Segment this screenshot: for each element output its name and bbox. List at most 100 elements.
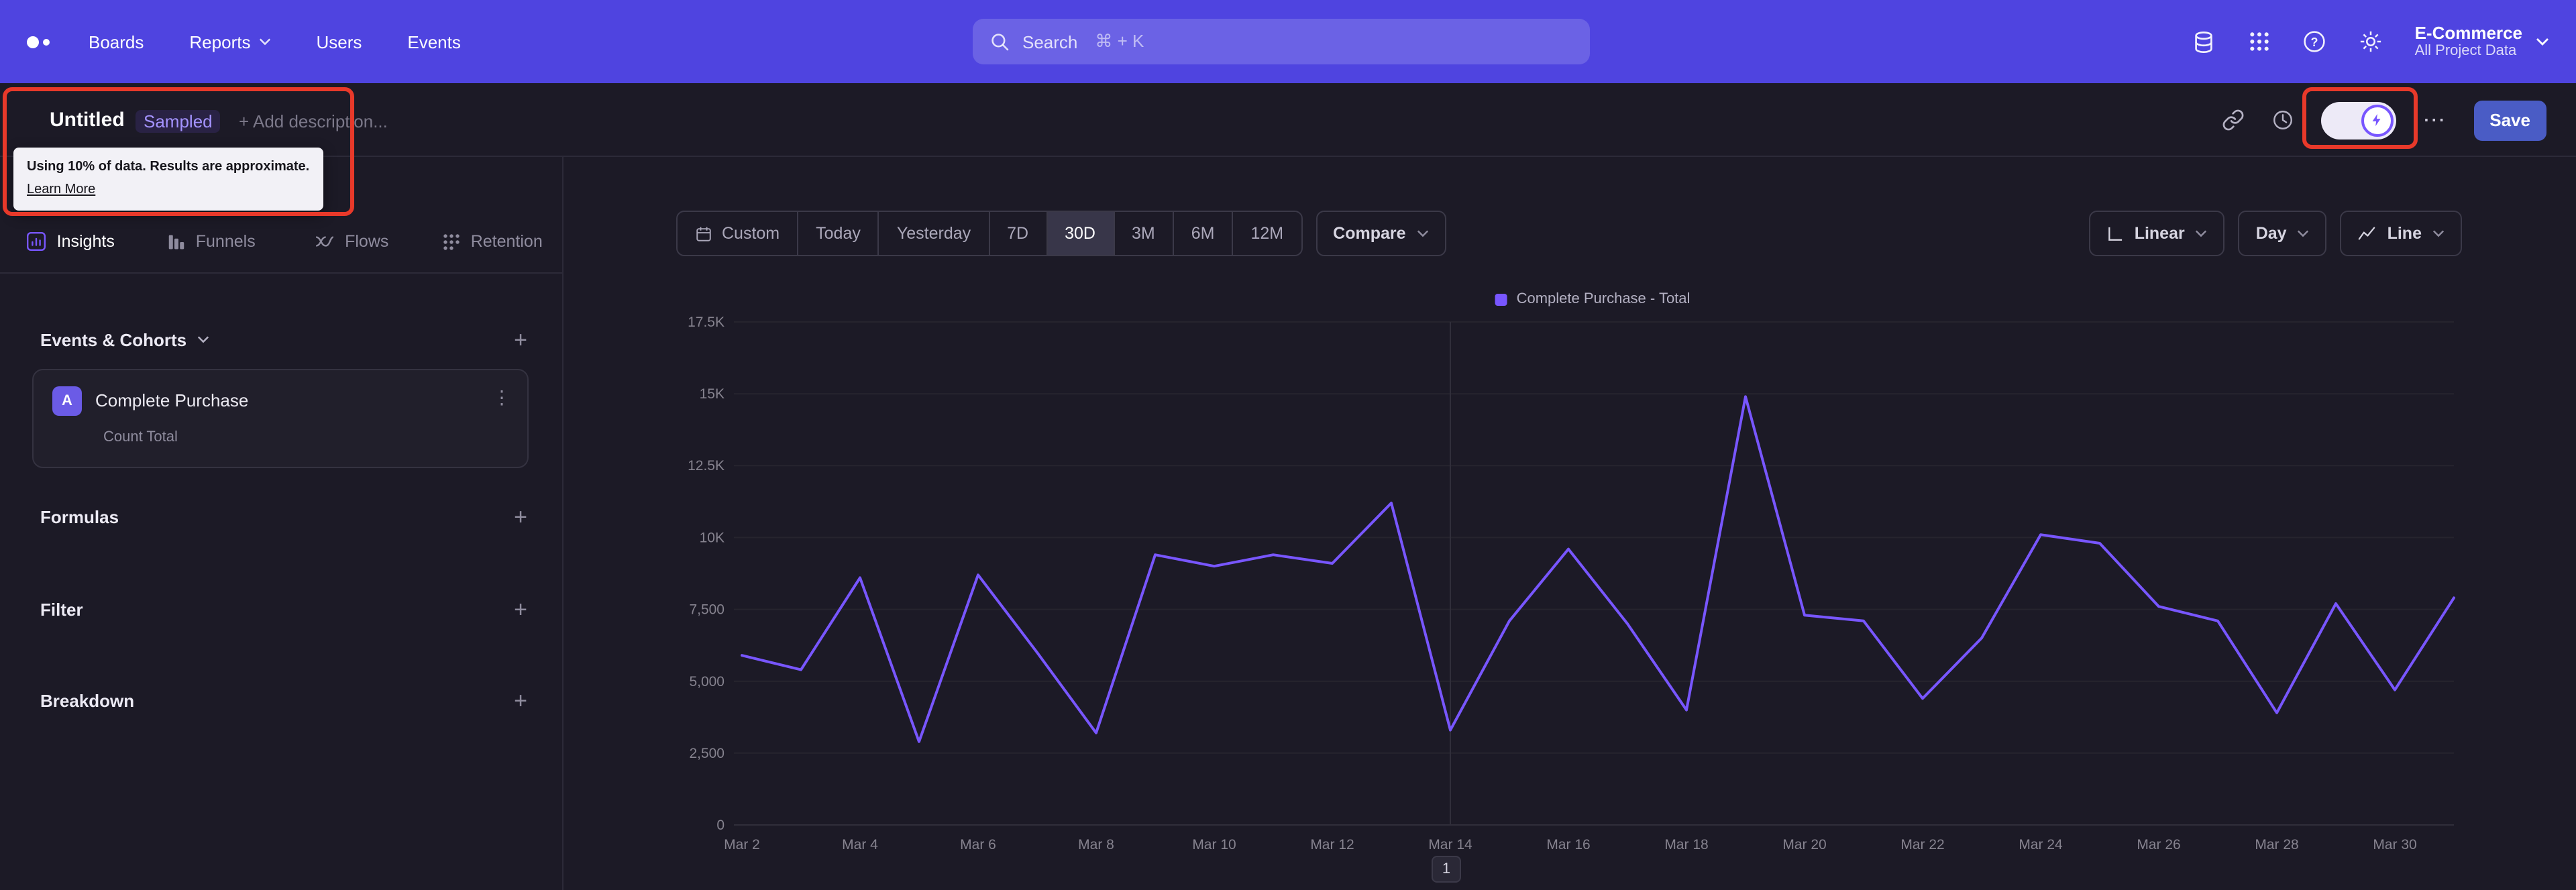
range-yesterday-button[interactable]: Yesterday xyxy=(877,212,988,255)
event-name[interactable]: Complete Purchase xyxy=(95,390,248,410)
scale-dropdown[interactable]: Linear xyxy=(2088,211,2225,256)
svg-text:Mar 12: Mar 12 xyxy=(1310,837,1354,852)
lightning-icon xyxy=(2372,113,2381,127)
range-12m-button[interactable]: 12M xyxy=(1232,212,1301,255)
database-icon xyxy=(2194,31,2212,52)
svg-text:Mar 4: Mar 4 xyxy=(842,837,878,852)
section-title: Breakdown xyxy=(40,690,135,710)
svg-text:Mar 28: Mar 28 xyxy=(2255,837,2298,852)
linear-scale-icon xyxy=(2108,226,2122,240)
range-custom-button[interactable]: Custom xyxy=(678,212,797,255)
svg-text:5,000: 5,000 xyxy=(689,674,724,689)
more-options-button[interactable]: ⋯ xyxy=(2422,109,2447,131)
nav-link-reports[interactable]: Reports xyxy=(189,32,270,52)
range-label: Today xyxy=(816,224,861,243)
chevron-down-icon xyxy=(259,38,270,46)
chevron-down-icon xyxy=(2298,230,2309,237)
ellipsis-icon: ⋯ xyxy=(2422,107,2447,133)
apps-grid-icon xyxy=(2249,32,2269,51)
chart-display-controls: Linear Day Line xyxy=(2088,211,2462,256)
svg-text:7,500: 7,500 xyxy=(689,602,724,618)
line-chart-icon xyxy=(2359,227,2375,240)
range-7d-button[interactable]: 7D xyxy=(988,212,1046,255)
calendar-icon xyxy=(696,226,711,241)
range-label: 6M xyxy=(1191,224,1215,243)
nav-link-boards[interactable]: Boards xyxy=(89,32,144,52)
search-icon xyxy=(991,34,1009,51)
add-filter-button[interactable]: + xyxy=(514,598,527,620)
page-1-button[interactable]: 1 xyxy=(1432,856,1461,883)
chart-type-dropdown[interactable]: Line xyxy=(2340,211,2462,256)
svg-text:10K: 10K xyxy=(700,530,724,545)
event-metric[interactable]: Count Total xyxy=(103,429,178,445)
report-title[interactable]: Untitled xyxy=(50,109,125,131)
nav-right: ? E-Commerce All Project Data xyxy=(2191,0,2549,83)
event-options-button[interactable]: ⋮ xyxy=(492,386,511,409)
range-30d-button[interactable]: 30D xyxy=(1046,212,1113,255)
date-range-segmented-control: Custom Today Yesterday 7D 30D 3M 6M 12M xyxy=(676,211,1303,256)
chart-legend[interactable]: Complete Purchase - Total xyxy=(1495,291,1690,307)
svg-text:17.5K: 17.5K xyxy=(688,315,724,330)
chevron-down-icon xyxy=(2196,230,2207,237)
apps-grid-button[interactable] xyxy=(2249,31,2270,52)
svg-text:Mar 22: Mar 22 xyxy=(1900,837,1944,852)
analytics-app: Boards Reports Users Events Search ⌘ + K xyxy=(0,0,2576,890)
nav-link-events[interactable]: Events xyxy=(407,32,461,52)
funnels-icon xyxy=(168,234,184,249)
section-title: Filter xyxy=(40,599,83,619)
svg-text:Mar 14: Mar 14 xyxy=(1428,837,1472,852)
tab-funnels[interactable]: Funnels xyxy=(141,211,282,272)
events-cohorts-label[interactable]: Events & Cohorts xyxy=(40,329,209,349)
filter-section: Filter + xyxy=(40,593,527,625)
sampled-badge[interactable]: Sampled xyxy=(136,110,221,133)
nav-links: Boards Reports Users Events xyxy=(89,0,461,83)
chart-type-label: Line xyxy=(2387,224,2422,243)
help-icon: ? xyxy=(2303,31,2325,52)
add-event-button[interactable]: + xyxy=(514,328,527,351)
report-header: Untitled Sampled + Add description... ⋯ … xyxy=(0,83,2576,157)
line-chart[interactable]: 0 2,500 5,000 7,500 10K 12.5K 15K 17.5K Mar 2 Mar… xyxy=(577,309,2549,872)
chevron-down-icon xyxy=(1417,230,1428,237)
svg-text:Mar 24: Mar 24 xyxy=(2019,837,2063,852)
help-button[interactable]: ? xyxy=(2302,30,2326,54)
learn-more-link[interactable]: Learn More xyxy=(27,182,95,197)
nav-link-users[interactable]: Users xyxy=(316,32,362,52)
tab-retention[interactable]: Retention xyxy=(422,211,563,272)
event-card[interactable]: A Complete Purchase ⋮ Count Total xyxy=(32,369,529,468)
add-description[interactable]: + Add description... xyxy=(239,111,388,131)
search-input[interactable]: Search ⌘ + K xyxy=(973,19,1590,64)
nav-link-label: Users xyxy=(316,32,362,52)
history-button[interactable] xyxy=(2271,109,2294,131)
range-6m-button[interactable]: 6M xyxy=(1172,212,1232,255)
clock-icon xyxy=(2273,111,2292,129)
add-formula-button[interactable]: + xyxy=(514,505,527,528)
legend-swatch xyxy=(1495,293,1507,305)
svg-text:Mar 6: Mar 6 xyxy=(960,837,996,852)
copy-link-button[interactable] xyxy=(2221,109,2244,131)
retention-icon xyxy=(443,233,460,249)
header-actions: ⋯ Save xyxy=(2221,83,2546,157)
svg-text:12.5K: 12.5K xyxy=(688,458,724,474)
nav-link-label: Boards xyxy=(89,32,144,52)
add-breakdown-button[interactable]: + xyxy=(514,689,527,712)
sampling-toggle[interactable] xyxy=(2320,101,2396,139)
settings-button[interactable] xyxy=(2359,30,2383,54)
svg-text:Mar 26: Mar 26 xyxy=(2137,837,2180,852)
nav-link-label: Reports xyxy=(189,32,251,52)
data-connections-button[interactable] xyxy=(2191,29,2216,54)
nav-link-label: Events xyxy=(407,32,461,52)
save-button[interactable]: Save xyxy=(2473,100,2546,140)
compare-button[interactable]: Compare xyxy=(1316,211,1446,256)
project-selector[interactable]: E-Commerce All Project Data xyxy=(2415,23,2549,60)
svg-text:Mar 18: Mar 18 xyxy=(1664,837,1708,852)
range-label: 12M xyxy=(1250,224,1284,243)
range-today-button[interactable]: Today xyxy=(797,212,878,255)
svg-text:Mar 20: Mar 20 xyxy=(1782,837,1826,852)
toggle-knob xyxy=(2361,104,2394,136)
mixpanel-logo[interactable] xyxy=(27,0,50,83)
range-3m-button[interactable]: 3M xyxy=(1113,212,1173,255)
legend-label: Complete Purchase - Total xyxy=(1516,291,1690,307)
tab-flows[interactable]: Flows xyxy=(281,211,422,272)
granularity-dropdown[interactable]: Day xyxy=(2238,211,2327,256)
tab-insights[interactable]: Insights xyxy=(0,211,141,272)
